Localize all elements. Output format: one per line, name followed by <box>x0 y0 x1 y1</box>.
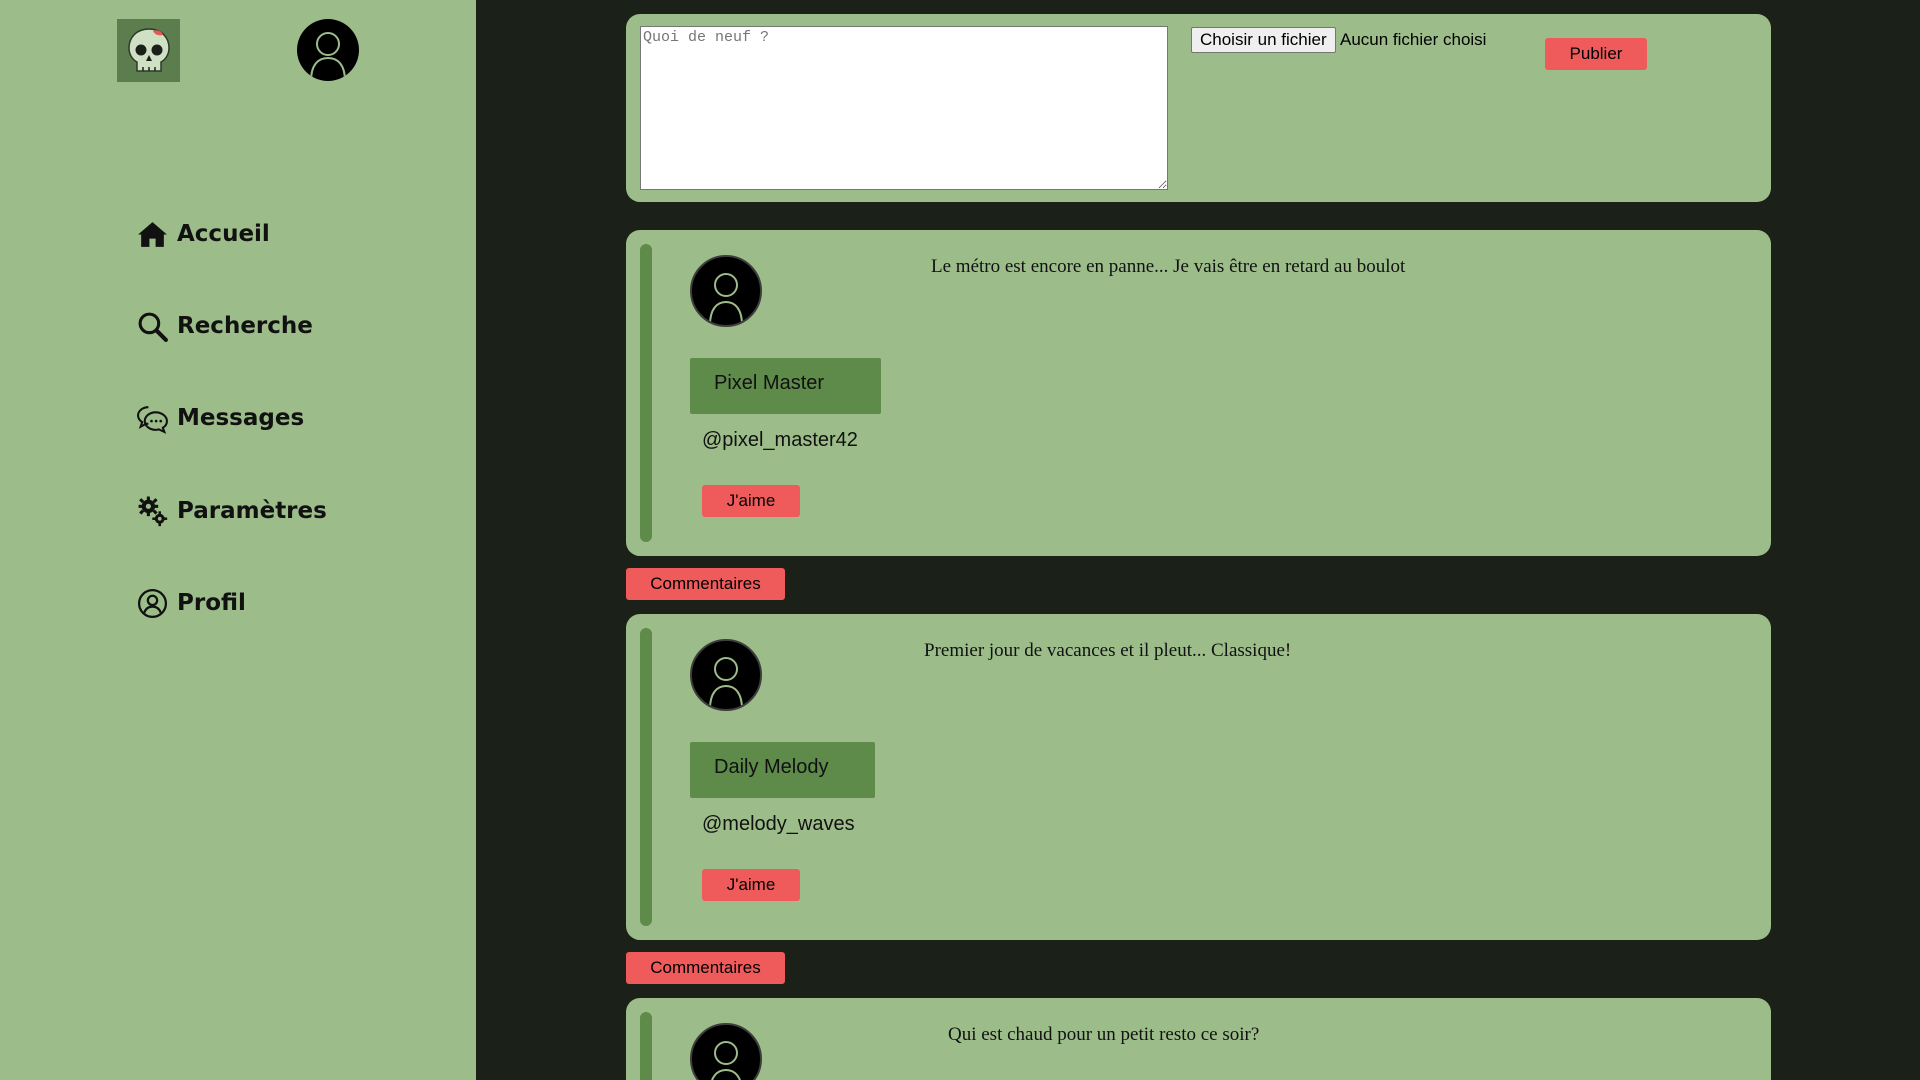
nav-label: Messages <box>177 405 305 431</box>
post-author-handle: @melody_waves <box>702 813 855 835</box>
post-card: Qui est chaud pour un petit resto ce soi… <box>626 998 1771 1080</box>
post-card: Daily Melody @melody_waves J'aime Premie… <box>626 614 1771 940</box>
post-text: Le métro est encore en panne... Je vais … <box>931 256 1406 277</box>
nav-label: Recherche <box>177 313 313 339</box>
user-avatar-icon <box>310 32 346 81</box>
nav-label: Profil <box>177 590 246 616</box>
post-composer: Choisir un fichier Aucun fichier choisi … <box>626 14 1771 202</box>
comments-button[interactable]: Commentaires <box>626 568 785 600</box>
post-avatar[interactable] <box>690 639 762 711</box>
user-avatar[interactable] <box>297 19 359 81</box>
nav-item-profil[interactable]: Profil <box>136 583 246 623</box>
post-accent-bar <box>640 244 652 542</box>
post-accent-bar <box>640 628 652 926</box>
post-author-handle: @pixel_master42 <box>702 429 858 451</box>
post-card: Pixel Master @pixel_master42 J'aime Le m… <box>626 230 1771 556</box>
user-avatar-icon <box>709 657 743 709</box>
publish-button[interactable]: Publier <box>1545 38 1647 70</box>
post-text: Qui est chaud pour un petit resto ce soi… <box>948 1024 1260 1045</box>
nav-item-parametres[interactable]: Paramètres <box>136 491 327 531</box>
profile-icon <box>137 588 168 618</box>
choose-file-button[interactable]: Choisir un fichier <box>1191 27 1336 53</box>
user-avatar-icon <box>711 1041 741 1080</box>
post-avatar[interactable] <box>690 1023 762 1080</box>
skull-logo-icon <box>127 27 170 72</box>
post-author-name[interactable]: Daily Melody <box>690 742 875 798</box>
logo[interactable] <box>117 19 180 82</box>
nav-item-recherche[interactable]: Recherche <box>136 306 313 346</box>
nav-label: Paramètres <box>177 498 327 524</box>
post-text: Premier jour de vacances et il pleut... … <box>924 640 1292 661</box>
like-button[interactable]: J'aime <box>702 869 800 901</box>
sidebar: Accueil Recherche Messages Paramètres Pr… <box>0 0 476 1080</box>
like-button[interactable]: J'aime <box>702 485 800 517</box>
post-textarea[interactable] <box>640 26 1168 190</box>
settings-icon <box>138 496 168 526</box>
nav-label: Accueil <box>177 221 270 247</box>
file-status: Aucun fichier choisi <box>1340 30 1487 49</box>
search-icon <box>138 312 168 342</box>
post-accent-bar <box>640 1012 652 1080</box>
post-avatar[interactable] <box>690 255 762 327</box>
nav-item-accueil[interactable]: Accueil <box>136 214 270 254</box>
messages-icon <box>137 405 168 434</box>
nav-item-messages[interactable]: Messages <box>136 398 304 438</box>
user-avatar-icon <box>709 273 743 325</box>
post-author-name[interactable]: Pixel Master <box>690 358 881 414</box>
comments-button[interactable]: Commentaires <box>626 952 785 984</box>
home-icon <box>138 221 167 247</box>
